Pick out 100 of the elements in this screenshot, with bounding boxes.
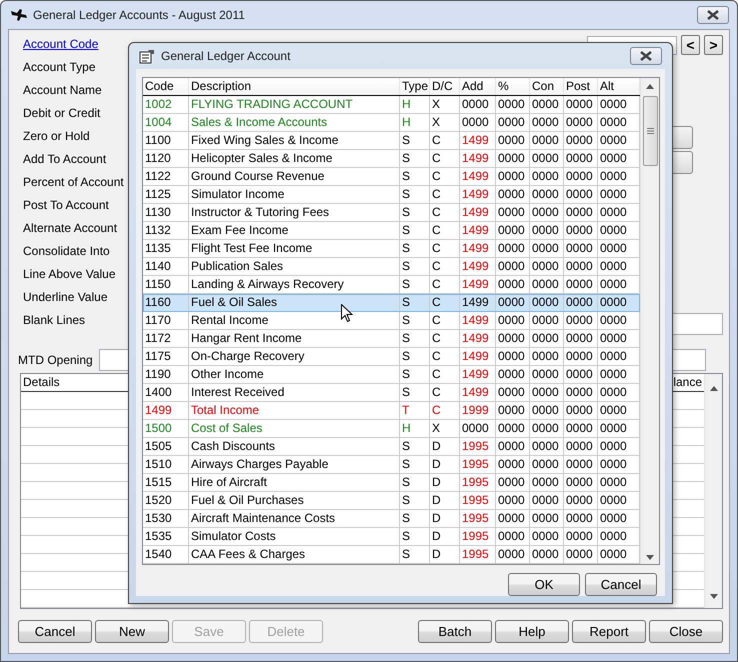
table-row[interactable]: 1172 Hangar Rent Income S C 1499 0000 0000 0000 0000 — [143, 330, 640, 348]
ok-button[interactable]: OK — [508, 573, 580, 596]
action-button[interactable]: Cancel — [18, 620, 92, 642]
action-button[interactable]: Close — [649, 620, 723, 642]
close-button[interactable] — [630, 47, 662, 65]
table-row[interactable]: 1520 Fuel & Oil Purchases S D 1995 0000 0000 0000 0000 — [143, 492, 640, 510]
table-row[interactable]: 1004 Sales & Income Accounts H X 0000 0000 0000 0000 0000 — [143, 114, 640, 132]
table-cell: 0000 — [496, 96, 530, 114]
table-cell: 1995 — [460, 474, 496, 492]
action-button[interactable]: Batch — [418, 620, 492, 642]
column-header[interactable]: Description — [189, 78, 400, 95]
table-cell: 0000 — [530, 240, 564, 258]
field-label: Consolidate Into — [23, 243, 111, 260]
table-row[interactable]: 1510 Airways Charges Payable S D 1995 0000 0000 0000 0000 — [143, 456, 640, 474]
table-cell: S — [400, 348, 430, 366]
table-cell: D — [430, 528, 460, 546]
table-cell: 0000 — [496, 438, 530, 456]
table-cell: 0000 — [530, 168, 564, 186]
scrollbar[interactable] — [704, 374, 722, 608]
table-cell: 0000 — [496, 312, 530, 330]
table-cell: 1499 — [460, 348, 496, 366]
next-button[interactable]: > — [704, 35, 723, 55]
field-label: Blank Lines — [23, 312, 86, 329]
column-header[interactable]: Type — [400, 78, 430, 95]
field-label: Account Type — [23, 59, 96, 76]
table-cell: 0000 — [530, 258, 564, 276]
table-cell: C — [430, 168, 460, 186]
column-header[interactable]: Post — [564, 78, 598, 95]
close-button[interactable] — [697, 6, 729, 24]
table-cell: 0000 — [530, 438, 564, 456]
table-cell: 0000 — [530, 294, 564, 312]
window-title: General Ledger Accounts - August 2011 — [33, 8, 246, 22]
table-row[interactable]: 1125 Simulator Income S C 1499 0000 0000 0000 0000 — [143, 186, 640, 204]
action-button[interactable]: Report — [572, 620, 646, 642]
table-cell: 0000 — [496, 402, 530, 420]
table-row[interactable]: 1100 Fixed Wing Sales & Income S C 1499 0000 0000 0000 0000 — [143, 132, 640, 150]
table-row[interactable]: 1505 Cash Discounts S D 1995 0000 0000 0000 0000 — [143, 438, 640, 456]
table-row[interactable]: 1530 Aircraft Maintenance Costs S D 1995 0000 0000 0000 0000 — [143, 510, 640, 528]
scroll-up-icon[interactable] — [710, 386, 718, 391]
table-row[interactable]: 1190 Other Income S C 1499 0000 0000 0000 0000 — [143, 366, 640, 384]
scroll-up-icon[interactable] — [646, 84, 654, 89]
table-row[interactable]: 1160 Fuel & Oil Sales S C 1499 0000 0000 0000 0000 — [143, 294, 640, 312]
table-cell: 0000 — [564, 474, 598, 492]
table-cell: 0000 — [496, 186, 530, 204]
scroll-thumb[interactable] — [642, 96, 658, 166]
table-cell: Airways Charges Payable — [189, 456, 400, 474]
table-cell: D — [430, 546, 460, 564]
column-header[interactable]: Alt — [598, 78, 640, 95]
table-cell: 1125 — [143, 186, 189, 204]
form-icon — [139, 48, 155, 64]
column-header[interactable]: Con — [530, 78, 564, 95]
table-row[interactable]: 1535 Simulator Costs S D 1995 0000 0000 0000 0000 — [143, 528, 640, 546]
table-cell: Exam Fee Income — [189, 222, 400, 240]
table-cell: 0000 — [496, 150, 530, 168]
table-cell: Interest Received — [189, 384, 400, 402]
cancel-button[interactable]: Cancel — [585, 573, 657, 596]
table-cell: 1122 — [143, 168, 189, 186]
table-cell: 1120 — [143, 150, 189, 168]
table-row[interactable]: 1122 Ground Course Revenue S C 1499 0000 0000 0000 0000 — [143, 168, 640, 186]
previous-button[interactable]: < — [681, 35, 700, 55]
table-row[interactable]: 1130 Instructor & Tutoring Fees S C 1499 0000 0000 0000 0000 — [143, 204, 640, 222]
table-cell: S — [400, 294, 430, 312]
table-row[interactable]: 1120 Helicopter Sales & Income S C 1499 0000 0000 0000 0000 — [143, 150, 640, 168]
table-cell: 0000 — [564, 384, 598, 402]
table-cell: Ground Course Revenue — [189, 168, 400, 186]
table-cell: 0000 — [564, 204, 598, 222]
scroll-down-icon[interactable] — [646, 554, 654, 560]
table-cell: 1004 — [143, 114, 189, 132]
table-cell: CAA Fees & Charges — [189, 546, 400, 564]
table-cell: Simulator Income — [189, 186, 400, 204]
action-button[interactable]: New — [95, 620, 169, 642]
table-row[interactable]: 1540 CAA Fees & Charges S D 1995 0000 0000 0000 0000 — [143, 546, 640, 564]
scrollbar[interactable] — [640, 78, 659, 564]
scroll-down-icon[interactable] — [710, 594, 718, 599]
table-row[interactable]: 1135 Flight Test Fee Income S C 1499 0000 0000 0000 0000 — [143, 240, 640, 258]
table-cell: 0000 — [496, 258, 530, 276]
table-cell: 1160 — [143, 294, 189, 312]
column-header[interactable]: % — [496, 78, 530, 95]
table-row[interactable]: 1400 Interest Received S C 1499 0000 0000 0000 0000 — [143, 384, 640, 402]
table-row[interactable]: 1515 Hire of Aircraft S D 1995 0000 0000 0000 0000 — [143, 474, 640, 492]
table-cell: 0000 — [564, 546, 598, 564]
column-header[interactable]: D/C — [430, 78, 460, 95]
table-row[interactable]: 1140 Publication Sales S C 1499 0000 0000 0000 0000 — [143, 258, 640, 276]
table-row[interactable]: 1500 Cost of Sales H X 0000 0000 0000 0000 0000 — [143, 420, 640, 438]
table-row[interactable]: 1499 Total Income T C 1999 0000 0000 0000 0000 — [143, 402, 640, 420]
table-row[interactable]: 1175 On-Charge Recovery S C 1499 0000 0000 0000 0000 — [143, 348, 640, 366]
action-button[interactable]: Help — [495, 620, 569, 642]
table-row[interactable]: 1002 FLYING TRADING ACCOUNT H X 0000 0000 0000 0000 0000 — [143, 96, 640, 114]
table-cell: 0000 — [496, 294, 530, 312]
field-label: Alternate Account — [23, 220, 118, 237]
table-cell: Hangar Rent Income — [189, 330, 400, 348]
column-header[interactable]: Add — [460, 78, 496, 95]
table-cell: C — [430, 294, 460, 312]
table-cell: 1499 — [460, 168, 496, 186]
table-row[interactable]: 1132 Exam Fee Income S C 1499 0000 0000 0000 0000 — [143, 222, 640, 240]
table-cell: S — [400, 204, 430, 222]
table-cell: 0000 — [530, 420, 564, 438]
table-cell: 0000 — [496, 384, 530, 402]
table-cell: 1499 — [460, 150, 496, 168]
column-header[interactable]: Code — [143, 78, 189, 95]
